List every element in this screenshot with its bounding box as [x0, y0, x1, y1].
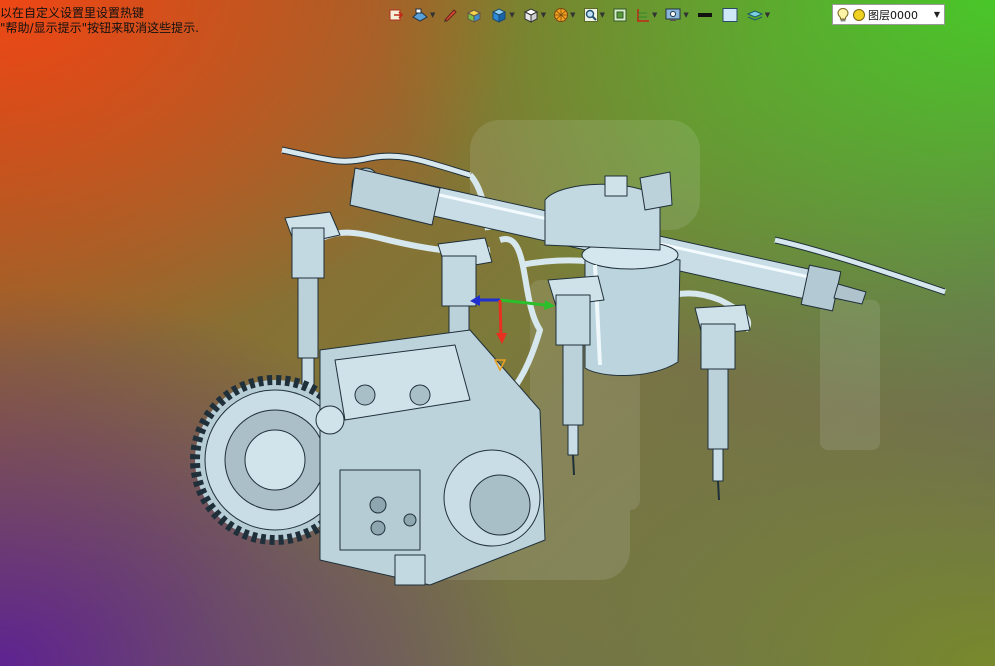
line-style-button[interactable] [694, 5, 716, 25]
views-button[interactable]: ▼ [409, 5, 437, 25]
shade-box-icon [467, 9, 482, 23]
tip-line-2: "帮助/显示提示"按钮来取消这些提示. [0, 21, 199, 35]
wire-cube-icon [523, 8, 538, 23]
sketch-button[interactable] [440, 5, 460, 25]
line-style-icon [697, 13, 712, 17]
grid-button[interactable]: ▼ [633, 5, 659, 25]
render-sphere-icon [554, 8, 569, 22]
zoom-button[interactable]: ▼ [581, 5, 607, 25]
frame-icon [613, 8, 627, 22]
cad-model[interactable] [0, 0, 995, 666]
3d-viewport[interactable]: 以在自定义设置里设置热键 "帮助/显示提示"按钮来取消这些提示. ▼ ▼ ▼ ▼… [0, 0, 995, 666]
lightbulb-icon[interactable] [836, 7, 850, 23]
injector-4 [694, 304, 751, 501]
assembly-icon [389, 9, 404, 21]
tip-text: 以在自定义设置里设置热键 "帮助/显示提示"按钮来取消这些提示. [0, 6, 199, 36]
views-icon [412, 8, 428, 22]
chevron-down-icon[interactable]: ▼ [934, 10, 940, 19]
grid-icon [637, 9, 649, 22]
render-button[interactable]: ▼ [551, 5, 577, 25]
layer-name: 图层0000 [868, 8, 918, 22]
layer-props-button[interactable]: ▼ [744, 5, 772, 25]
pump-body [315, 329, 546, 586]
assembly-button[interactable] [386, 5, 406, 25]
cube-icon [492, 8, 507, 23]
display-icon [665, 8, 681, 21]
shade-button[interactable] [463, 5, 485, 25]
display-button[interactable]: ▼ [662, 5, 690, 25]
color-button[interactable] [719, 5, 741, 25]
layer-dot-icon [853, 8, 865, 21]
tip-line-1: 以在自定义设置里设置热键 [0, 6, 145, 20]
solid-button[interactable]: ▼ [488, 5, 516, 25]
layer-props-icon [746, 10, 764, 21]
color-box-icon [722, 8, 738, 22]
zoom-icon [583, 8, 598, 22]
wireframe-button[interactable]: ▼ [520, 5, 548, 25]
view-toolbar: ▼ ▼ ▼ ▼ ▼ ▼ ▼ ▼ [386, 4, 775, 26]
frame-button[interactable] [610, 5, 630, 25]
pen-icon [444, 9, 458, 22]
layer-select[interactable]: 图层0000 ▼ [832, 4, 945, 25]
